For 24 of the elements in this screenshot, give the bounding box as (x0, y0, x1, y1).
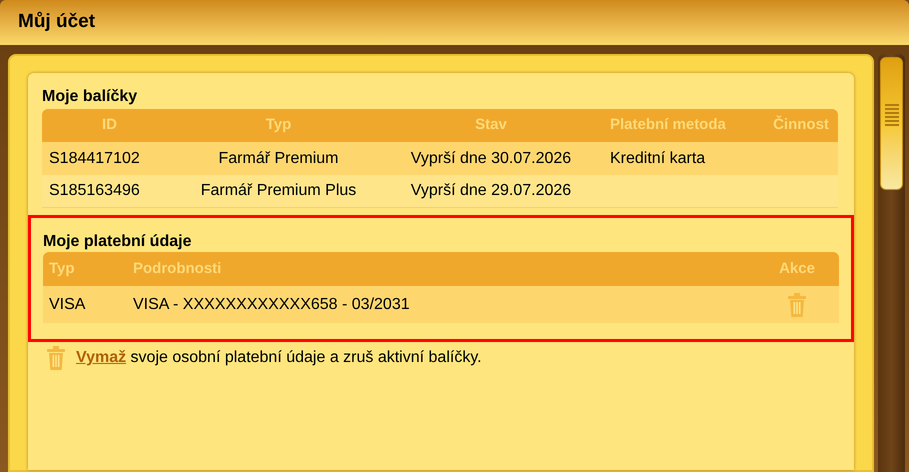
table-cell: Farmář Premium (218, 150, 338, 166)
column-header: Stav (474, 115, 508, 136)
section-heading: Moje platební údaje (43, 232, 192, 252)
column-header: Platební metoda (609, 115, 727, 136)
column-header: Činnost (772, 114, 830, 136)
delete-link[interactable]: Vymaž (76, 349, 126, 366)
table-cell: S185163496 (49, 182, 140, 199)
column-header: Typ (48, 258, 76, 279)
scrollbar-thumb[interactable] (880, 57, 903, 190)
table-cell: Vyprší dne 29.07.2026 (410, 182, 572, 199)
table-cell: VISA (49, 296, 86, 312)
column-header: Podrobnosti (133, 258, 222, 279)
window-title: Můj účet (18, 10, 96, 34)
section-heading: Moje balíčky (42, 87, 138, 107)
column-header: ID (101, 115, 118, 136)
table-cell: VISA - XXXXXXXXXXXX658 - 03/2031 (133, 296, 410, 312)
column-header: Akce (778, 258, 816, 279)
table-cell: Kreditní karta (610, 150, 706, 166)
column-header: Typ (264, 115, 292, 136)
trash-icon (46, 346, 66, 370)
table-cell: Farmář Premium Plus (200, 182, 356, 199)
table-cell: S184417102 (49, 150, 140, 166)
table-cell: Vyprší dne 30.07.2026 (410, 150, 572, 166)
delete-data-text: Vymaž svoje osobní platební údaje a zruš aktivní balíčky. (76, 348, 482, 368)
